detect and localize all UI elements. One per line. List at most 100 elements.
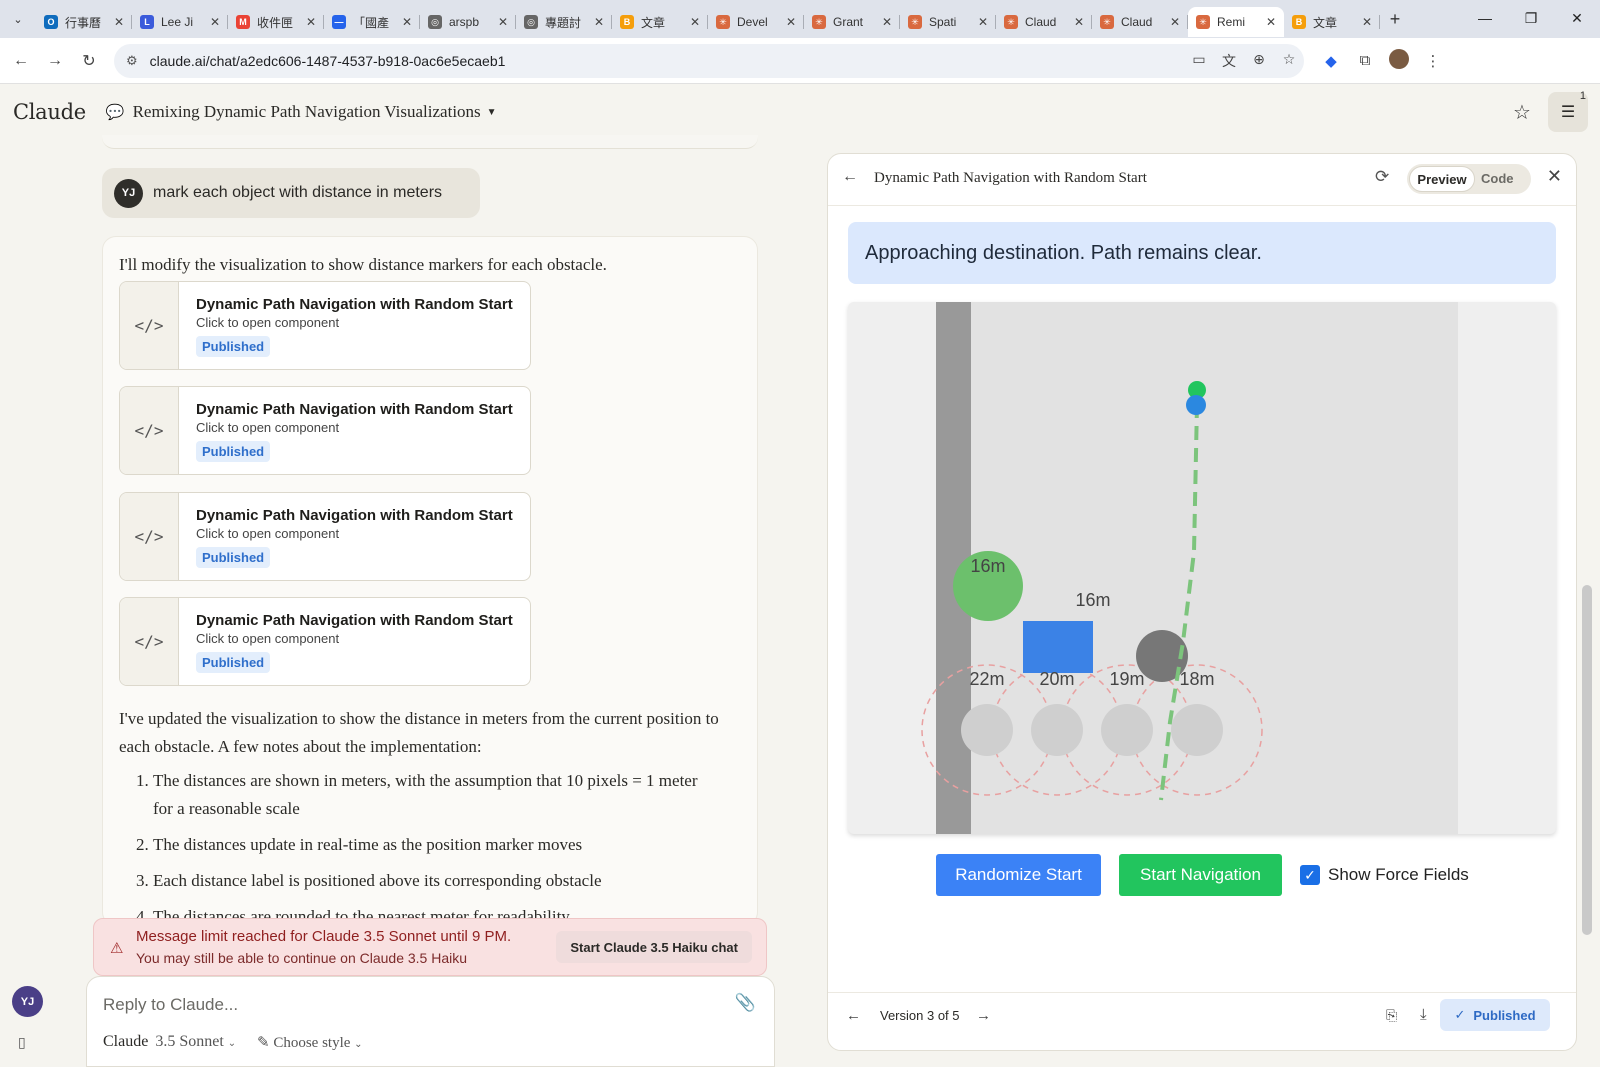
forward-arrow-icon[interactable]: → xyxy=(38,52,72,70)
back-arrow-icon[interactable]: ← xyxy=(842,168,858,186)
start-haiku-chat-button[interactable]: Start Claude 3.5 Haiku chat xyxy=(556,931,752,963)
artifact-card[interactable]: </> Dynamic Path Navigation with Random … xyxy=(119,597,531,686)
close-tab-icon[interactable]: ✕ xyxy=(690,15,700,29)
extension-diamond-icon[interactable]: ◆ xyxy=(1314,52,1348,70)
browser-tab-label: Claud xyxy=(1121,15,1153,29)
back-arrow-icon[interactable]: ← xyxy=(4,52,38,70)
tab-preview[interactable]: Preview xyxy=(1409,166,1475,192)
version-label: Version 3 of 5 xyxy=(880,1008,960,1023)
sidebar-toggle-icon[interactable]: ▯ xyxy=(18,1034,26,1051)
published-button[interactable]: ✓ Published xyxy=(1440,999,1550,1031)
artifact-card[interactable]: </> Dynamic Path Navigation with Random … xyxy=(119,386,531,475)
download-icon[interactable]: ⤓ xyxy=(1420,1006,1427,1023)
close-tab-icon[interactable]: ✕ xyxy=(786,15,796,29)
tab-search-chevron-icon[interactable]: ⌄ xyxy=(0,0,36,38)
close-window-icon[interactable]: ✕ xyxy=(1554,0,1600,36)
minimize-icon[interactable]: — xyxy=(1462,0,1508,36)
address-bar: ← → ↻ ⚙ claude.ai/chat/a2edc606-1487-453… xyxy=(0,38,1600,84)
obstacle-circle xyxy=(1171,704,1223,756)
zoom-icon[interactable]: ⊕ xyxy=(1244,51,1274,71)
star-chat-icon[interactable]: ☆ xyxy=(1502,100,1542,125)
force-fields-checkbox[interactable]: ✓ xyxy=(1300,865,1320,885)
list-item: The distances are shown in meters, with … xyxy=(153,767,719,823)
artifact-card[interactable]: </> Dynamic Path Navigation with Random … xyxy=(119,492,531,581)
user-message-text: mark each object with distance in meters xyxy=(153,184,443,201)
attach-paperclip-icon[interactable]: 📎 xyxy=(735,993,756,1013)
published-badge: Published xyxy=(196,547,271,568)
extensions-puzzle-icon[interactable]: ⧉ xyxy=(1348,52,1382,69)
artifact-card[interactable]: </> Dynamic Path Navigation with Random … xyxy=(119,281,531,370)
copy-icon[interactable]: ⎘ xyxy=(1386,1007,1397,1024)
account-avatar[interactable]: YJ xyxy=(12,986,43,1017)
browser-tab-label: Spati xyxy=(929,15,957,29)
tab-code[interactable]: Code xyxy=(1481,171,1514,186)
close-tab-icon[interactable]: ✕ xyxy=(210,15,220,29)
start-navigation-button[interactable]: Start Navigation xyxy=(1119,854,1282,896)
browser-tab[interactable]: L Lee Ji ✕ xyxy=(132,7,228,37)
chat-title-menu[interactable]: 💬 Remixing Dynamic Path Navigation Visua… xyxy=(106,102,497,122)
row-obstacle-distance: 18m xyxy=(1179,669,1214,689)
close-icon[interactable]: ✕ xyxy=(1547,166,1562,187)
close-tab-icon[interactable]: ✕ xyxy=(498,15,508,29)
next-version-icon[interactable]: → xyxy=(976,1007,991,1024)
profile-avatar[interactable] xyxy=(1382,48,1416,73)
close-tab-icon[interactable]: ✕ xyxy=(1170,15,1180,29)
published-badge: Published xyxy=(196,336,271,357)
browser-tab[interactable]: ◎ arspb ✕ xyxy=(420,7,516,37)
assistant-message: I'll modify the visualization to show di… xyxy=(102,236,758,926)
style-selector[interactable]: ✎ Choose style ⌄ xyxy=(257,1033,363,1052)
obstacle-circle xyxy=(1101,704,1153,756)
claude-logo[interactable]: Claude xyxy=(13,100,86,124)
browser-tab[interactable]: B 文章 ✕ xyxy=(612,7,708,37)
browser-tab[interactable]: ✳ Grant ✕ xyxy=(804,7,900,37)
browser-tab[interactable]: ◎ 專題討 ✕ xyxy=(516,7,612,37)
chat-settings-button[interactable]: ☰ 1 xyxy=(1548,90,1588,132)
user-avatar: YJ xyxy=(114,178,143,208)
browser-tab[interactable]: ✳ Claud ✕ xyxy=(996,7,1092,37)
bookmark-star-icon[interactable]: ☆ xyxy=(1274,51,1304,71)
limit-line-1: Message limit reached for Claude 3.5 Son… xyxy=(136,928,512,945)
claude-icon: ✳ xyxy=(908,15,922,29)
site-info-icon[interactable]: ⚙ xyxy=(126,53,138,69)
reply-input[interactable]: Reply to Claude... xyxy=(103,995,238,1015)
site-icon: — xyxy=(332,15,346,29)
close-tab-icon[interactable]: ✕ xyxy=(114,15,124,29)
browser-tab[interactable]: ✳ Claud ✕ xyxy=(1092,7,1188,37)
reload-icon[interactable]: ↻ xyxy=(72,51,106,71)
code-icon: </> xyxy=(120,282,179,369)
new-tab-button[interactable]: + xyxy=(1380,9,1410,30)
browser-tab[interactable]: — 「國產 ✕ xyxy=(324,7,420,37)
url-input[interactable]: ⚙ claude.ai/chat/a2edc606-1487-4537-b918… xyxy=(114,43,1304,78)
window-controls: — ❐ ✕ xyxy=(1462,0,1600,38)
warning-icon: ⚠ xyxy=(110,940,124,957)
close-tab-icon[interactable]: ✕ xyxy=(978,15,988,29)
translate-icon[interactable]: 文 xyxy=(1214,51,1244,71)
close-tab-icon[interactable]: ✕ xyxy=(402,15,412,29)
artifact-subtitle: Click to open component xyxy=(196,315,340,330)
model-selector[interactable]: Claude 3.5 Sonnet ⌄ xyxy=(103,1033,236,1051)
randomize-start-button[interactable]: Randomize Start xyxy=(936,854,1101,896)
claude-icon: ✳ xyxy=(1196,15,1210,29)
status-message: Approaching destination. Path remains cl… xyxy=(865,242,1262,264)
browser-tab[interactable]: ✳ Devel ✕ xyxy=(708,7,804,37)
browser-tab[interactable]: M 收件匣 ✕ xyxy=(228,7,324,37)
close-tab-icon[interactable]: ✕ xyxy=(1074,15,1084,29)
browser-tab[interactable]: O 行事曆 ✕ xyxy=(36,7,132,37)
browser-tab[interactable]: ✳ Spati ✕ xyxy=(900,7,996,37)
install-app-icon[interactable]: ▭ xyxy=(1184,51,1214,71)
close-tab-icon[interactable]: ✕ xyxy=(594,15,604,29)
preview-code-toggle: Preview Code xyxy=(1407,164,1531,194)
close-tab-icon[interactable]: ✕ xyxy=(306,15,316,29)
check-circle-icon: ✓ xyxy=(1454,1007,1466,1022)
artifact-title: Dynamic Path Navigation with Random Star… xyxy=(196,401,513,418)
refresh-icon[interactable]: ⟳ xyxy=(1375,167,1389,187)
restore-icon[interactable]: ❐ xyxy=(1508,0,1554,36)
close-tab-icon[interactable]: ✕ xyxy=(1362,15,1372,29)
page-scrollbar[interactable] xyxy=(1582,585,1592,935)
browser-tab[interactable]: B 文章 ✕ xyxy=(1284,7,1380,37)
previous-version-icon[interactable]: ← xyxy=(846,1007,861,1024)
close-tab-icon[interactable]: ✕ xyxy=(1266,15,1276,29)
browser-tab[interactable]: ✳ Remi ✕ xyxy=(1188,7,1284,37)
close-tab-icon[interactable]: ✕ xyxy=(882,15,892,29)
browser-menu-icon[interactable]: ⋮ xyxy=(1416,52,1450,70)
